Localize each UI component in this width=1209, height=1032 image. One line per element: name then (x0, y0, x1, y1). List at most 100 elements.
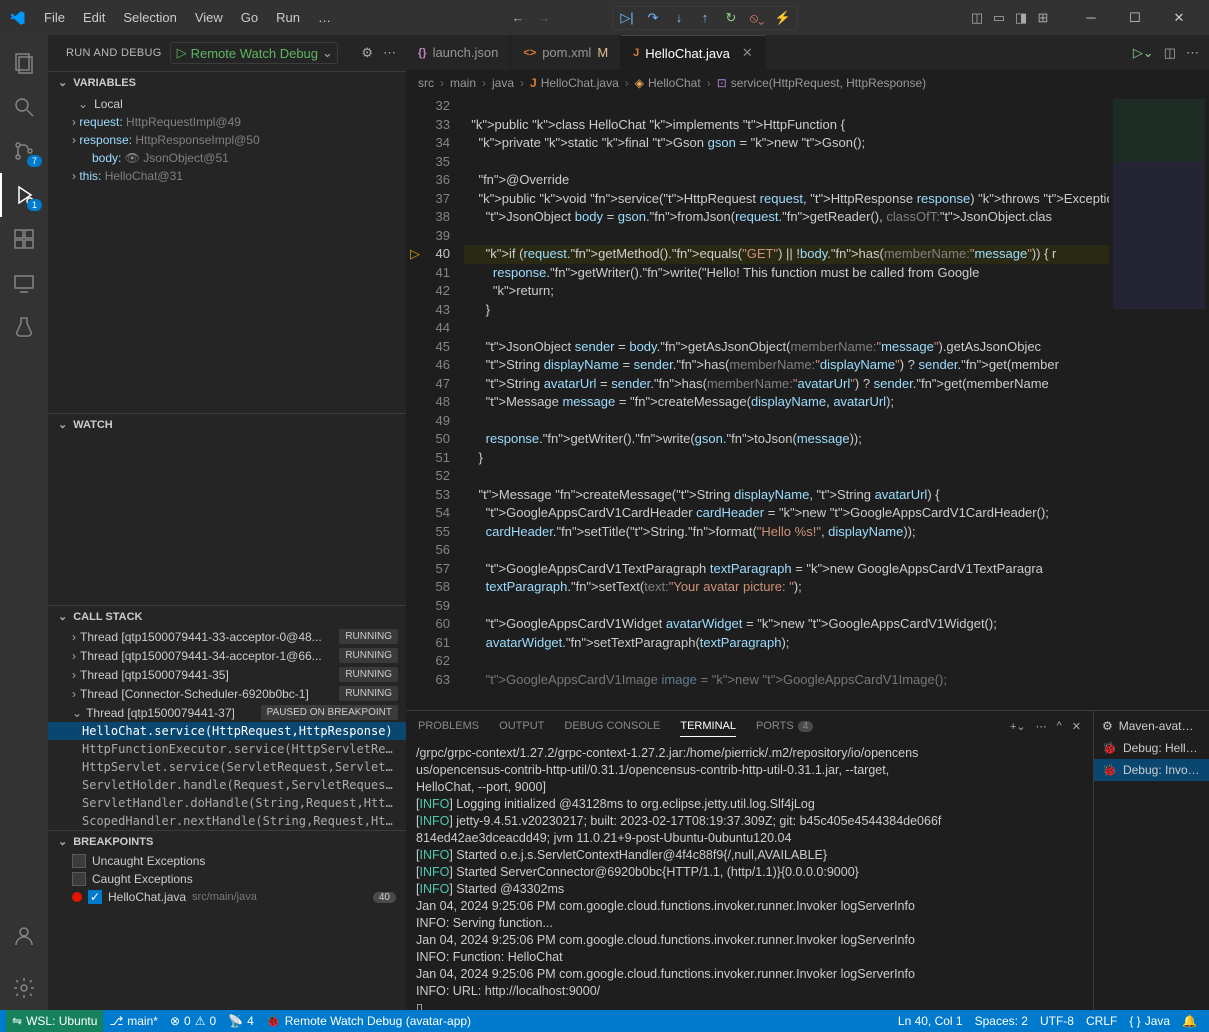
panel-tab[interactable]: OUTPUT (499, 716, 544, 737)
status-debug[interactable]: 🐞Remote Watch Debug (avatar-app) (260, 1010, 477, 1032)
editor-tab[interactable]: <>pom.xmlM (511, 35, 621, 70)
window-close-button[interactable]: ✕ (1157, 1, 1201, 34)
status-spaces[interactable]: Spaces: 2 (969, 1010, 1034, 1032)
bp-caught[interactable]: Caught Exceptions (48, 870, 406, 888)
thread-row[interactable]: ›Thread [qtp1500079441-34-acceptor-1@66.… (48, 646, 406, 665)
debug-step-over-icon[interactable]: ↷ (645, 10, 661, 26)
code-editor[interactable]: 3233343536373839▷40414243444546474849505… (406, 95, 1209, 710)
status-problems[interactable]: ⊗0⚠0 (164, 1010, 222, 1032)
status-branch[interactable]: ⎇main* (103, 1010, 164, 1032)
more-icon[interactable]: ⋯ (1036, 720, 1047, 733)
breadcrumb-item[interactable]: src (418, 76, 434, 90)
gear-icon[interactable]: ⚙ (361, 45, 373, 61)
checkbox[interactable] (72, 854, 86, 868)
activity-accounts[interactable] (0, 914, 48, 958)
new-terminal-icon[interactable]: +⌄ (1010, 720, 1026, 733)
checkbox[interactable] (72, 872, 86, 886)
status-remote[interactable]: ⇋WSL: Ubuntu (6, 1010, 103, 1032)
menu-item[interactable]: Go (233, 6, 266, 29)
status-cursor[interactable]: Ln 40, Col 1 (892, 1010, 969, 1032)
activity-extensions[interactable] (0, 217, 48, 261)
window-maximize-button[interactable]: ☐ (1113, 1, 1157, 34)
terminal-output[interactable]: /grpc/grpc-context/1.27.2/grpc-context-1… (406, 741, 1093, 1010)
panel-maximize-icon[interactable]: ^ (1057, 720, 1062, 733)
activity-scm[interactable]: 7 (0, 129, 48, 173)
run-icon[interactable]: ▷⌄ (1133, 45, 1154, 61)
breadcrumb[interactable]: src›main›java›J HelloChat.java›◈ HelloCh… (406, 71, 1209, 95)
variables-scope-local[interactable]: ⌄Local (48, 95, 406, 113)
panel-tab[interactable]: PORTS4 (756, 716, 813, 737)
layout-bottom-icon[interactable]: ▭ (991, 10, 1007, 26)
editor-tab[interactable]: {}launch.json (406, 35, 511, 70)
activity-run-debug[interactable]: 1 (0, 173, 48, 217)
minimap[interactable] (1109, 95, 1209, 710)
window-minimize-button[interactable]: ─ (1069, 1, 1113, 34)
callstack-header[interactable]: ⌄CALL STACK (48, 606, 406, 627)
terminal-instance[interactable]: ⚙Maven-avat… (1094, 715, 1209, 737)
variable-row[interactable]: › response: HttpResponseImpl@50 (48, 131, 406, 149)
more-icon[interactable]: ⋯ (1186, 45, 1199, 61)
variables-header[interactable]: ⌄VARIABLES (48, 72, 406, 93)
status-notifications[interactable]: 🔔 (1176, 1010, 1203, 1032)
bp-uncaught[interactable]: Uncaught Exceptions (48, 852, 406, 870)
status-encoding[interactable]: UTF-8 (1034, 1010, 1080, 1032)
variable-row[interactable]: › request: HttpRequestImpl@49 (48, 113, 406, 131)
breadcrumb-item[interactable]: J HelloChat.java (530, 76, 619, 90)
activity-explorer[interactable] (0, 41, 48, 85)
checkbox[interactable]: ✓ (88, 890, 102, 904)
breadcrumb-item[interactable]: ⊡ service(HttpRequest, HttpResponse) (717, 76, 926, 90)
debug-step-out-icon[interactable]: ↑ (697, 10, 713, 26)
stack-frame[interactable]: ServletHolder.handle(Request,ServletRequ… (48, 776, 406, 794)
menu-item[interactable]: View (187, 6, 231, 29)
thread-row[interactable]: ›Thread [qtp1500079441-35]RUNNING (48, 665, 406, 684)
stack-frame[interactable]: ScopedHandler.nextHandle(String,Request,… (48, 812, 406, 830)
debug-disconnect-icon[interactable]: ⦸⌄ (749, 10, 765, 26)
activity-settings[interactable] (0, 966, 48, 1010)
layout-right-icon[interactable]: ◨ (1013, 10, 1029, 26)
terminal-instance[interactable]: 🐞Debug: Invo… (1094, 759, 1209, 781)
layout-left-icon[interactable]: ◫ (969, 10, 985, 26)
debug-hot-reload-icon[interactable]: ⚡ (775, 10, 791, 26)
watch-header[interactable]: ⌄WATCH (48, 414, 406, 435)
bp-file-row[interactable]: ✓ HelloChat.java src/main/java 40 (48, 888, 406, 906)
breakpoints-header[interactable]: ⌄BREAKPOINTS (48, 831, 406, 852)
more-icon[interactable]: ⋯ (383, 45, 396, 61)
thread-row[interactable]: ›Thread [Connector-Scheduler-6920b0bc-1]… (48, 684, 406, 703)
layout-customize-icon[interactable]: ⊞ (1035, 10, 1051, 26)
editor-tab[interactable]: JHelloChat.java✕ (621, 35, 766, 70)
panel-close-icon[interactable]: ✕ (1072, 720, 1081, 733)
code-content[interactable]: "k">public "k">class HelloChat "k">imple… (464, 95, 1109, 710)
activity-testing[interactable] (0, 305, 48, 349)
activity-search[interactable] (0, 85, 48, 129)
status-language[interactable]: { }Java (1123, 1010, 1176, 1032)
menu-item[interactable]: Run (268, 6, 308, 29)
nav-back-icon[interactable]: ← (510, 10, 526, 26)
menu-item[interactable]: Edit (75, 6, 113, 29)
debug-continue-icon[interactable]: ▷| (619, 10, 635, 26)
split-editor-icon[interactable]: ◫ (1164, 45, 1176, 61)
breadcrumb-item[interactable]: java (492, 76, 514, 90)
nav-forward-icon[interactable]: → (536, 10, 552, 26)
breadcrumb-item[interactable]: ◈ HelloChat (635, 76, 701, 90)
variable-row[interactable]: body: 👁 JsonObject@51 (48, 149, 406, 167)
stack-frame[interactable]: HelloChat.service(HttpRequest,HttpRespon… (48, 722, 406, 740)
menu-item[interactable]: Selection (115, 6, 184, 29)
stack-frame[interactable]: ServletHandler.doHandle(String,Request,H… (48, 794, 406, 812)
status-eol[interactable]: CRLF (1080, 1010, 1123, 1032)
terminal-instance[interactable]: 🐞Debug: Hell… (1094, 737, 1209, 759)
thread-row[interactable]: ›Thread [qtp1500079441-33-acceptor-0@48.… (48, 627, 406, 646)
close-icon[interactable]: ✕ (742, 45, 753, 61)
activity-remote[interactable] (0, 261, 48, 305)
status-ports[interactable]: 📡4 (222, 1010, 260, 1032)
panel-tab[interactable]: TERMINAL (680, 716, 736, 737)
stack-frame[interactable]: HttpServlet.service(ServletRequest,Servl… (48, 758, 406, 776)
breadcrumb-item[interactable]: main (450, 76, 476, 90)
menu-item[interactable]: File (36, 6, 73, 29)
debug-config-selector[interactable]: ▷ Remote Watch Debug ⌄ (170, 42, 338, 64)
panel-tab[interactable]: DEBUG CONSOLE (564, 716, 660, 737)
debug-restart-icon[interactable]: ↻ (723, 10, 739, 26)
menu-item[interactable]: … (310, 6, 339, 29)
debug-step-into-icon[interactable]: ↓ (671, 10, 687, 26)
stack-frame[interactable]: HttpFunctionExecutor.service(HttpServlet… (48, 740, 406, 758)
variable-row[interactable]: › this: HelloChat@31 (48, 167, 406, 185)
